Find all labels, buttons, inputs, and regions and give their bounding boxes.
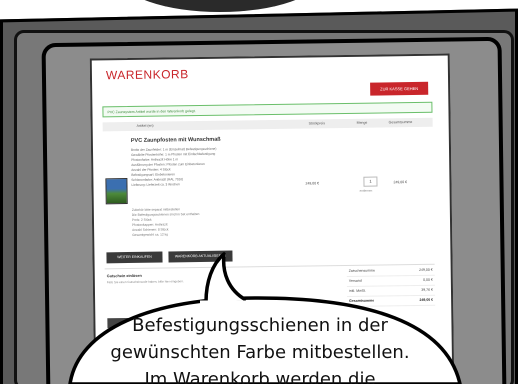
bubble-line: Befestigungsschienen in der [132, 315, 388, 336]
line-total: 249,00 € [393, 180, 408, 185]
summary-label: inkl. MwSt. [348, 288, 366, 293]
product-details: Breite der Zaunfelder: 1 m (Einzelmaß Be… [131, 145, 312, 188]
cart-table-header: Artikel (en) Stückpreis Menge Gesamtsumm… [102, 117, 433, 132]
summary-value: 249,00 € [419, 267, 433, 272]
product-thumbnail[interactable] [105, 178, 128, 205]
unit-price: 249,00 € [305, 181, 320, 186]
summary-value: 249,00 € [419, 297, 434, 302]
top-speech-bubble [120, 0, 320, 12]
header-unit-price: Stückpreis [308, 121, 326, 126]
product-details-extra: Zubehör bitte separat mitbestellen Die B… [132, 205, 332, 238]
header-quantity: Menge [356, 120, 368, 125]
summary-row-total: Gesamtsumme 249,00 € [347, 295, 436, 307]
product-title[interactable]: PVC Zaunpfosten mit Wunschmaß [131, 137, 221, 144]
header-article: Artikel (en) [136, 123, 154, 128]
remove-link[interactable]: entfernen [360, 189, 373, 193]
summary-label: Versand [348, 278, 362, 283]
comic-stage: WARENKORB ZUR KASSE GEHEN PVC Zaunsystem… [0, 0, 518, 384]
summary-label: Gesamtsumme [349, 298, 375, 303]
summary-value: 39,76 € [421, 287, 434, 292]
summary-value: 0,00 € [423, 277, 433, 282]
checkout-button[interactable]: ZUR KASSE GEHEN [370, 81, 429, 96]
bubble-line: Im Warenkorb werden die [144, 369, 376, 384]
success-notice: PVC Zaunsystem Artikel wurde in den Ware… [102, 101, 433, 118]
continue-shopping-button[interactable]: WEITER EINKAUFEN [106, 251, 163, 264]
order-summary: Zwischensumme 249,00 € Versand 0,00 € in… [346, 265, 436, 307]
summary-label: Zwischensumme [348, 268, 375, 273]
coupon-title: Gutschein einlösen [106, 273, 142, 279]
quantity-field[interactable]: 1 [363, 176, 378, 187]
coupon-subtitle: Falls Sie einen Gutscheincode haben, bit… [106, 279, 184, 285]
page-title: WARENKORB [105, 67, 189, 83]
update-cart-button[interactable]: WARENKORB AKTUALISIEREN [168, 250, 233, 263]
speech-bubble-text: Befestigungsschienen in der gewünschten … [92, 312, 428, 384]
bubble-line: gewünschten Farbe mitbestellen. [110, 342, 410, 363]
header-total: Gesamtsumme [388, 120, 413, 125]
